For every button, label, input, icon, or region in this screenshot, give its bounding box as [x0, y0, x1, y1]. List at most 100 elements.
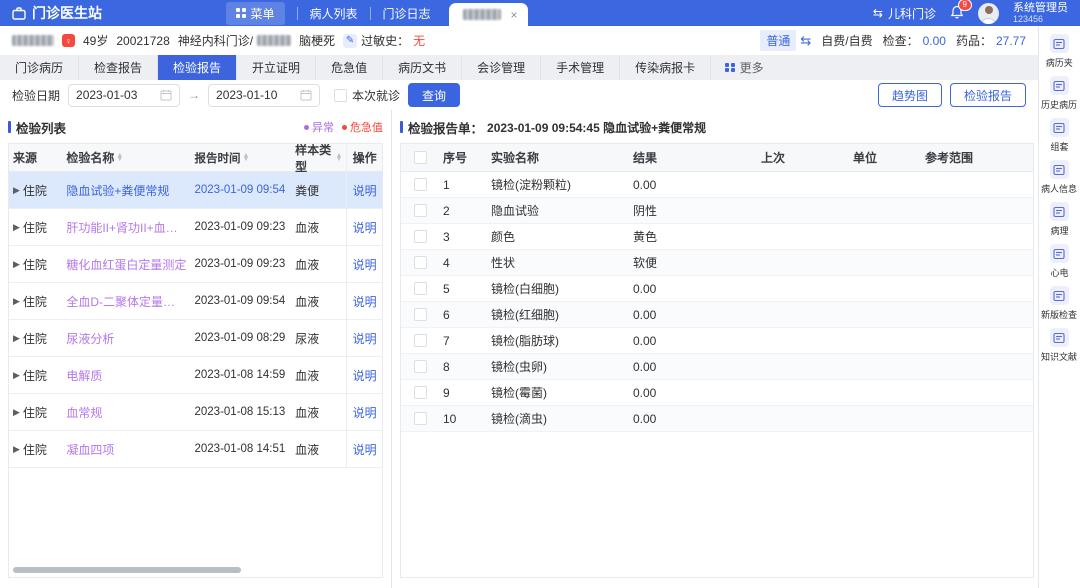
lab-list-row[interactable]: ▶住院隐血试验+粪便常规2023-01-09 09:54粪便说明 [9, 172, 382, 209]
lab-list-row[interactable]: ▶住院电解质2023-01-08 14:59血液说明 [9, 357, 382, 394]
sidebar-item-knowledge[interactable]: 知识文献 [1040, 328, 1078, 363]
expand-caret-icon[interactable]: ▶ [13, 296, 20, 307]
explain-link[interactable]: 说明 [353, 182, 377, 199]
lab-report-row[interactable]: 1镜检(淀粉颗粒)0.00 [401, 172, 1033, 198]
row-checkbox[interactable] [414, 334, 427, 347]
nav-patient-list[interactable]: 病人列表 [310, 5, 358, 22]
expand-caret-icon[interactable]: ▶ [13, 370, 20, 381]
date-from-input[interactable]: 2023-01-03 [68, 84, 180, 107]
trend-chart-button[interactable]: 趋势图 [878, 83, 942, 107]
explain-link[interactable]: 说明 [353, 404, 377, 421]
row-test-name[interactable]: 尿液分析 [62, 330, 190, 347]
lab-list-row[interactable]: ▶住院尿液分析2023-01-09 08:29尿液说明 [9, 320, 382, 357]
switch-fee-type-icon[interactable]: ⇆ [800, 33, 811, 49]
lab-report-button[interactable]: 检验报告 [950, 83, 1026, 107]
expand-caret-icon[interactable]: ▶ [13, 259, 20, 270]
sort-icon[interactable]: ▲▼ [243, 154, 250, 161]
lab-report-row[interactable]: 8镜检(虫卵)0.00 [401, 354, 1033, 380]
lab-list-row[interactable]: ▶住院全血D-二聚体定量测定(D-...2023-01-09 09:54血液说明 [9, 283, 382, 320]
explain-link[interactable]: 说明 [353, 441, 377, 458]
explain-link[interactable]: 说明 [353, 219, 377, 236]
edit-allergy-icon[interactable]: ✎ [343, 34, 357, 48]
module-tab[interactable]: 检查报告 [79, 55, 158, 80]
explain-link[interactable]: 说明 [353, 330, 377, 347]
row-checkbox[interactable] [414, 282, 427, 295]
sidebar-item-label: 组套 [1050, 139, 1068, 152]
lab-report-row[interactable]: 7镜检(脂肪球)0.00 [401, 328, 1033, 354]
lab-list-row[interactable]: ▶住院肝功能II+肾功II+血脂血糖...2023-01-09 09:23血液说… [9, 209, 382, 246]
lab-list-row[interactable]: ▶住院糖化血红蛋白定量测定2023-01-09 09:23血液说明 [9, 246, 382, 283]
module-tab[interactable]: 检验报告 [158, 55, 237, 80]
explain-link[interactable]: 说明 [353, 293, 377, 310]
lab-report-row[interactable]: 3颜色黄色 [401, 224, 1033, 250]
module-tab[interactable]: 开立证明 [237, 55, 316, 80]
module-tab[interactable]: 会诊管理 [462, 55, 541, 80]
notification-bell[interactable]: 9 [950, 5, 964, 22]
expand-caret-icon[interactable]: ▶ [13, 333, 20, 344]
menu-button[interactable]: 菜单 [226, 2, 285, 25]
row-checkbox[interactable] [414, 178, 427, 191]
row-item-name: 镜检(红细胞) [487, 306, 629, 323]
horizontal-scrollbar[interactable] [13, 567, 241, 573]
lab-report-row[interactable]: 5镜检(白细胞)0.00 [401, 276, 1033, 302]
module-tab[interactable]: 手术管理 [541, 55, 620, 80]
row-test-name[interactable]: 全血D-二聚体定量测定(D-... [62, 293, 190, 310]
sidebar-item-order-set[interactable]: 组套 [1050, 118, 1069, 153]
lab-report-row[interactable]: 6镜检(红细胞)0.00 [401, 302, 1033, 328]
row-checkbox[interactable] [414, 230, 427, 243]
expand-caret-icon[interactable]: ▶ [13, 185, 20, 196]
expand-caret-icon[interactable]: ▶ [13, 222, 20, 233]
lab-list-row[interactable]: ▶住院凝血四项2023-01-08 14:51血液说明 [9, 431, 382, 468]
department-switcher[interactable]: ⇆ 儿科门诊 [873, 5, 936, 22]
sort-icon[interactable]: ▲▼ [335, 154, 342, 161]
user-info[interactable]: 系统管理员 123456 [1013, 2, 1068, 25]
query-button[interactable]: 查询 [408, 83, 460, 107]
module-tab[interactable]: 危急值 [316, 55, 383, 80]
user-avatar[interactable] [978, 3, 999, 24]
row-checkbox[interactable] [414, 386, 427, 399]
notification-count-badge: 9 [958, 0, 972, 11]
select-all-checkbox[interactable] [414, 151, 427, 164]
row-checkbox[interactable] [414, 256, 427, 269]
module-tab[interactable]: 传染病报卡 [620, 55, 711, 80]
expand-caret-icon[interactable]: ▶ [13, 444, 20, 455]
more-tabs-button[interactable]: 更多 [711, 55, 778, 80]
lab-report-row[interactable]: 10镜检(滴虫)0.00 [401, 406, 1033, 432]
row-checkbox[interactable] [414, 412, 427, 425]
row-checkbox[interactable] [414, 360, 427, 373]
row-test-name[interactable]: 隐血试验+粪便常规 [62, 182, 190, 199]
date-to-input[interactable]: 2023-01-10 [208, 84, 320, 107]
row-result: 0.00 [629, 178, 757, 192]
row-test-name[interactable]: 血常规 [62, 404, 190, 421]
row-test-name[interactable]: 糖化血红蛋白定量测定 [62, 256, 190, 273]
sidebar-item-history-records[interactable]: 历史病历 [1040, 76, 1078, 111]
this-visit-checkbox[interactable]: 本次就诊 [334, 87, 400, 104]
expand-caret-icon[interactable]: ▶ [13, 407, 20, 418]
patient-document-tab[interactable]: × [449, 3, 528, 26]
col-test-name[interactable]: 检验名称▲▼ [62, 149, 190, 166]
sidebar-item-ecg[interactable]: 心电 [1050, 244, 1069, 279]
sort-icon[interactable]: ▲▼ [116, 154, 123, 161]
row-checkbox[interactable] [414, 308, 427, 321]
explain-link[interactable]: 说明 [353, 256, 377, 273]
module-tab[interactable]: 病历文书 [383, 55, 462, 80]
close-tab-icon[interactable]: × [511, 9, 518, 21]
sidebar-item-patient-info[interactable]: 病人信息 [1040, 160, 1078, 195]
lab-report-row[interactable]: 2隐血试验阴性 [401, 198, 1033, 224]
row-test-name[interactable]: 肝功能II+肾功II+血脂血糖... [62, 219, 190, 236]
row-checkbox[interactable] [414, 204, 427, 217]
col-report-time[interactable]: 报告时间▲▼ [191, 150, 292, 166]
module-tab[interactable]: 门诊病历 [0, 55, 79, 80]
nav-outpatient-log[interactable]: 门诊日志 [383, 5, 431, 22]
explain-link[interactable]: 说明 [353, 367, 377, 384]
sidebar-item-new-exam[interactable]: 新版检查 [1040, 286, 1078, 321]
sidebar-item-record-folder[interactable]: 病历夹 [1045, 34, 1074, 69]
lab-report-row[interactable]: 9镜检(霉菌)0.00 [401, 380, 1033, 406]
row-test-name[interactable]: 电解质 [62, 367, 190, 384]
sidebar-item-pathology[interactable]: 病理 [1050, 202, 1069, 237]
checkbox-box[interactable] [334, 89, 347, 102]
row-test-name[interactable]: 凝血四项 [62, 441, 190, 458]
lab-report-row[interactable]: 4性状软便 [401, 250, 1033, 276]
lab-list-row[interactable]: ▶住院血常规2023-01-08 15:13血液说明 [9, 394, 382, 431]
col-sample-type[interactable]: 样本类型▲▼ [291, 143, 346, 175]
